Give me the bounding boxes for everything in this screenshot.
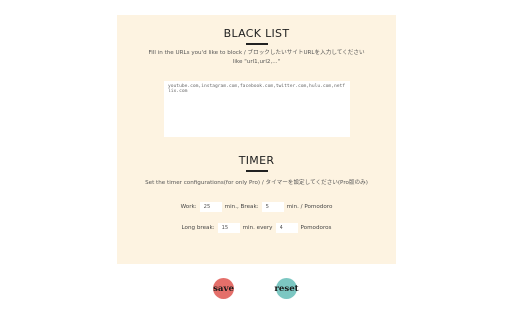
blacklist-title: BLACK LIST — [223, 27, 290, 40]
long-break-label: Long break: — [181, 225, 215, 231]
break-unit-label: min. / Pomodoro — [286, 204, 333, 210]
settings-panel: BLACK LIST Fill in the URLs you'd like t… — [117, 15, 396, 264]
blacklist-description-line1: Fill in the URLs you'd like to block / ブ… — [148, 50, 365, 56]
timer-description: Set the timer configurations(for only Pr… — [145, 180, 368, 186]
reset-button[interactable]: reset — [274, 278, 299, 299]
every-label: min. every — [242, 225, 273, 231]
timer-title-underline — [245, 170, 268, 172]
break-minutes-input[interactable] — [261, 202, 284, 212]
long-break-row: Long break: min. every Pomodoros — [117, 222, 396, 234]
work-unit-label: min., Break: — [224, 204, 259, 210]
pomodoros-count-input[interactable] — [275, 223, 298, 233]
save-button[interactable]: save — [213, 278, 234, 299]
pomodoros-label: Pomodoros — [300, 225, 332, 231]
long-break-minutes-input[interactable] — [217, 223, 240, 233]
blacklist-description: Fill in the URLs you'd like to block / ブ… — [125, 49, 388, 67]
blacklist-title-underline — [245, 43, 268, 45]
work-break-row: Work: min., Break: min. / Pomodoro — [117, 201, 396, 213]
work-minutes-input[interactable] — [199, 202, 222, 212]
timer-title: TIMER — [238, 154, 275, 167]
blacklist-description-line2: like "url1,url2,..." — [232, 59, 281, 65]
blacklist-urls-textarea[interactable]: youtube.com,instagram.com,facebook.com,t… — [164, 81, 350, 137]
work-label: Work: — [180, 204, 197, 210]
